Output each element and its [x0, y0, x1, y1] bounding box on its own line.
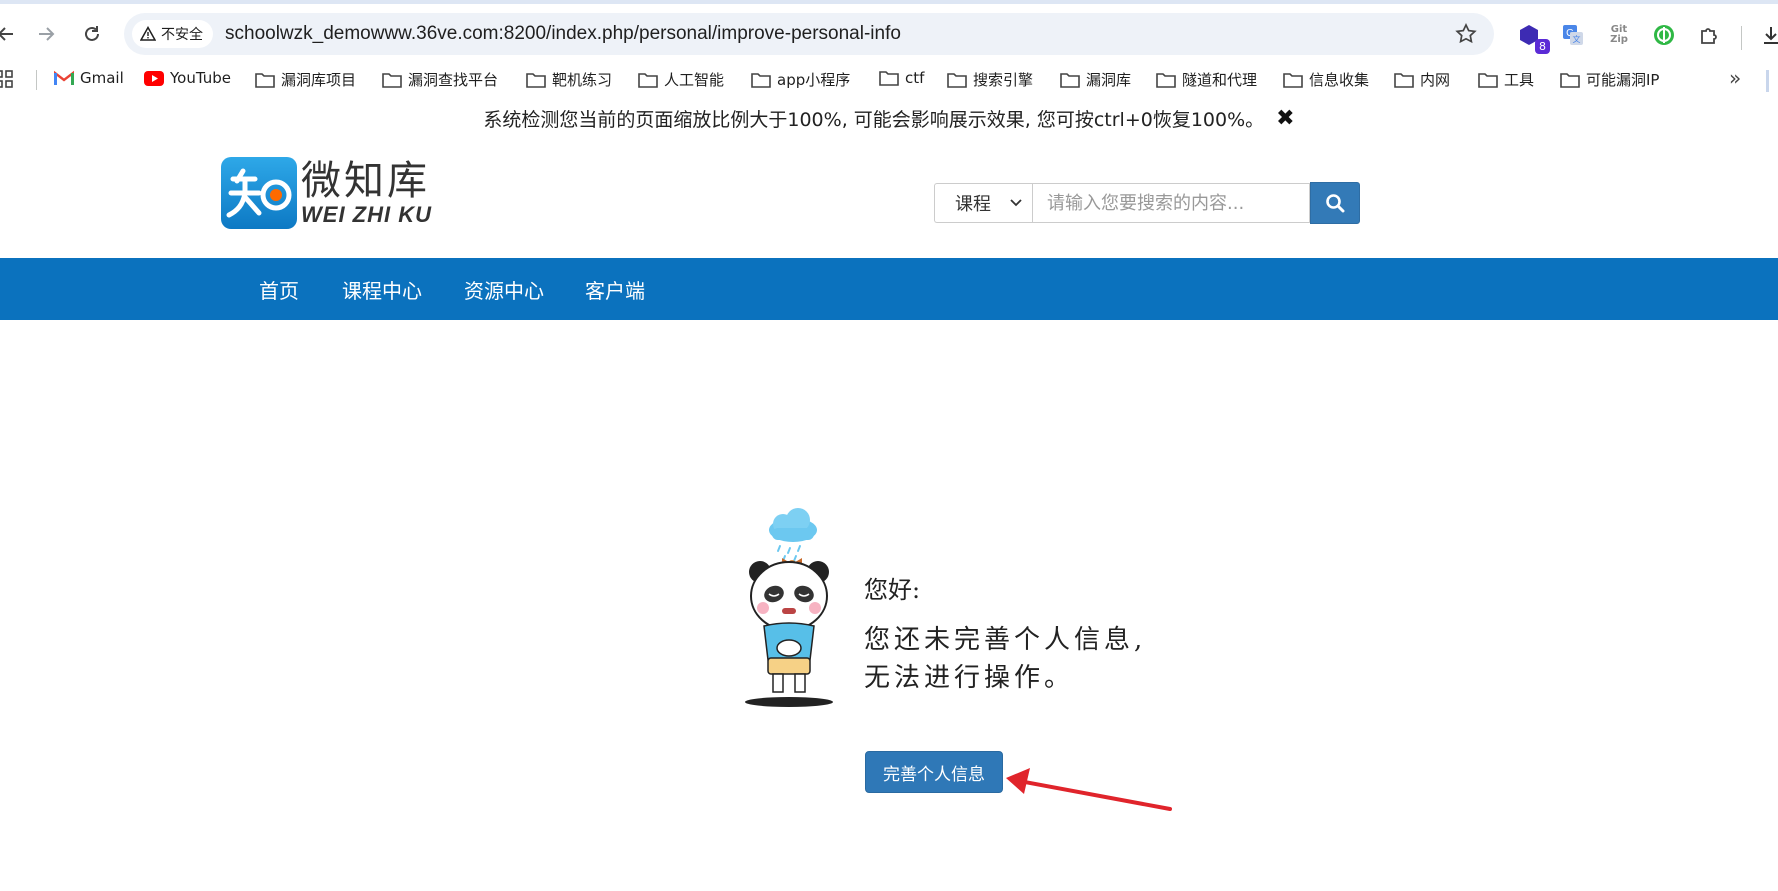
logo-mark-icon: [221, 157, 297, 229]
bookmark-folder[interactable]: 漏洞查找平台: [382, 69, 498, 90]
close-icon[interactable]: ✖: [1276, 106, 1294, 131]
nav-course-center[interactable]: 课程中心: [342, 258, 422, 320]
puzzle-icon: [1701, 28, 1717, 44]
bookmark-folder[interactable]: 人工智能: [638, 69, 724, 90]
url-text[interactable]: schoolwzk_demowww.36ve.com:8200/index.ph…: [225, 23, 901, 45]
translate-icon: G文: [1563, 25, 1583, 45]
gitzip-button[interactable]: Git Zip: [1606, 22, 1632, 48]
youtube-icon: [144, 70, 164, 86]
message-line-2: 无法进行操作。: [864, 663, 1075, 693]
search-category-select[interactable]: 课程: [934, 183, 1032, 223]
download-icon: [1764, 27, 1778, 44]
search-input[interactable]: [1032, 183, 1310, 223]
folder-icon: [638, 72, 658, 88]
apps-grid-icon[interactable]: [0, 70, 18, 88]
bookmark-folder[interactable]: ctf: [879, 69, 924, 87]
folder-icon: [1478, 72, 1498, 88]
back-button[interactable]: [0, 20, 20, 48]
reload-button[interactable]: [78, 20, 106, 48]
bookmark-folder[interactable]: 靶机练习: [526, 69, 612, 90]
sad-panda-illustration: [745, 508, 833, 707]
folder-icon: [1060, 72, 1080, 88]
bookmark-folder[interactable]: app小程序: [751, 69, 850, 90]
extension-button-4[interactable]: [1651, 22, 1677, 48]
downloads-button[interactable]: [1758, 22, 1778, 48]
svg-text:文: 文: [1573, 34, 1581, 44]
bookmark-gmail[interactable]: Gmail: [54, 69, 124, 87]
green-circle-extension-icon: [1654, 25, 1674, 45]
bookmark-folder[interactable]: 漏洞库项目: [255, 69, 356, 90]
extension-badge: 8: [1535, 39, 1550, 54]
main-navigation: 首页 课程中心 资源中心 客户端: [0, 258, 1778, 320]
toolbar-divider: [1741, 26, 1742, 50]
extension-button-2[interactable]: G文: [1560, 22, 1586, 48]
back-arrow-icon: [0, 27, 13, 41]
folder-icon: [879, 71, 899, 86]
bookmarks-bar: Gmail YouTube 漏洞库项目 漏洞查找平台 靶机练习 人工智能 app…: [0, 60, 1778, 98]
annotation-arrow-icon: [1006, 768, 1172, 811]
bookmark-folder[interactable]: 搜索引擎: [947, 69, 1033, 90]
zoom-warning-banner: 系统检测您当前的页面缩放比例大于100%, 可能会影响展示效果, 您可按ctrl…: [0, 98, 1778, 138]
more-bookmarks-chevron-icon[interactable]: »: [1729, 66, 1741, 90]
reload-icon: [85, 26, 99, 41]
warning-icon: [140, 26, 156, 41]
logo-chinese-name: 微知库: [301, 158, 430, 204]
bookmark-star-icon[interactable]: [1454, 22, 1478, 46]
folder-icon: [1394, 72, 1414, 88]
gitzip-icon: Git Zip: [1610, 24, 1628, 45]
zoom-warning-text: 系统检测您当前的页面缩放比例大于100%, 可能会影响展示效果, 您可按ctrl…: [483, 108, 1265, 131]
search-bar: 课程: [934, 182, 1360, 225]
folder-icon: [382, 72, 402, 88]
search-icon: [1326, 194, 1345, 213]
incomplete-profile-message: 您好: 您还未完善个人信息, 无法进行操作。: [864, 573, 1146, 697]
folder-icon: [1283, 72, 1303, 88]
chevron-down-icon: [1010, 199, 1022, 207]
message-greeting: 您好:: [864, 576, 921, 604]
complete-profile-button[interactable]: 完善个人信息: [865, 751, 1003, 793]
bookmark-folder[interactable]: 隧道和代理: [1156, 69, 1257, 90]
folder-icon: [526, 72, 546, 88]
security-label: 不安全: [161, 27, 203, 43]
forward-arrow-icon: [39, 27, 55, 41]
nav-home[interactable]: 首页: [259, 258, 299, 320]
folder-icon: [1560, 72, 1580, 88]
bookmarks-divider: [36, 70, 37, 90]
bookmark-youtube[interactable]: YouTube: [144, 69, 231, 87]
site-logo[interactable]: 微知库 WEI ZHI KU: [221, 157, 432, 229]
side-panel-edge: [1766, 70, 1769, 92]
bookmark-folder[interactable]: 信息收集: [1283, 69, 1369, 90]
folder-icon: [751, 72, 771, 88]
address-bar[interactable]: 不安全 schoolwzk_demowww.36ve.com:8200/inde…: [124, 13, 1494, 55]
message-line-1: 您还未完善个人信息,: [864, 625, 1147, 655]
folder-icon: [947, 72, 967, 88]
browser-toolbar: 不安全 schoolwzk_demowww.36ve.com:8200/inde…: [0, 4, 1778, 60]
folder-icon: [255, 72, 275, 88]
bookmark-folder[interactable]: 工具: [1478, 69, 1534, 90]
search-category-value: 课程: [955, 194, 991, 215]
nav-resource-center[interactable]: 资源中心: [464, 258, 544, 320]
forward-button[interactable]: [32, 20, 60, 48]
logo-text: 微知库 WEI ZHI KU: [301, 159, 432, 227]
bookmark-folder[interactable]: 内网: [1394, 69, 1450, 90]
folder-icon: [1156, 72, 1176, 88]
search-button[interactable]: [1310, 182, 1360, 224]
extensions-menu-button[interactable]: [1696, 22, 1722, 48]
extension-button-1[interactable]: 8: [1516, 22, 1550, 54]
bookmark-folder[interactable]: 可能漏洞IP: [1560, 69, 1659, 90]
logo-english-name: WEI ZHI KU: [301, 202, 432, 227]
nav-client[interactable]: 客户端: [585, 258, 645, 320]
gmail-icon: [54, 70, 74, 85]
security-chip[interactable]: 不安全: [132, 20, 213, 48]
bookmark-folder[interactable]: 漏洞库: [1060, 69, 1131, 90]
